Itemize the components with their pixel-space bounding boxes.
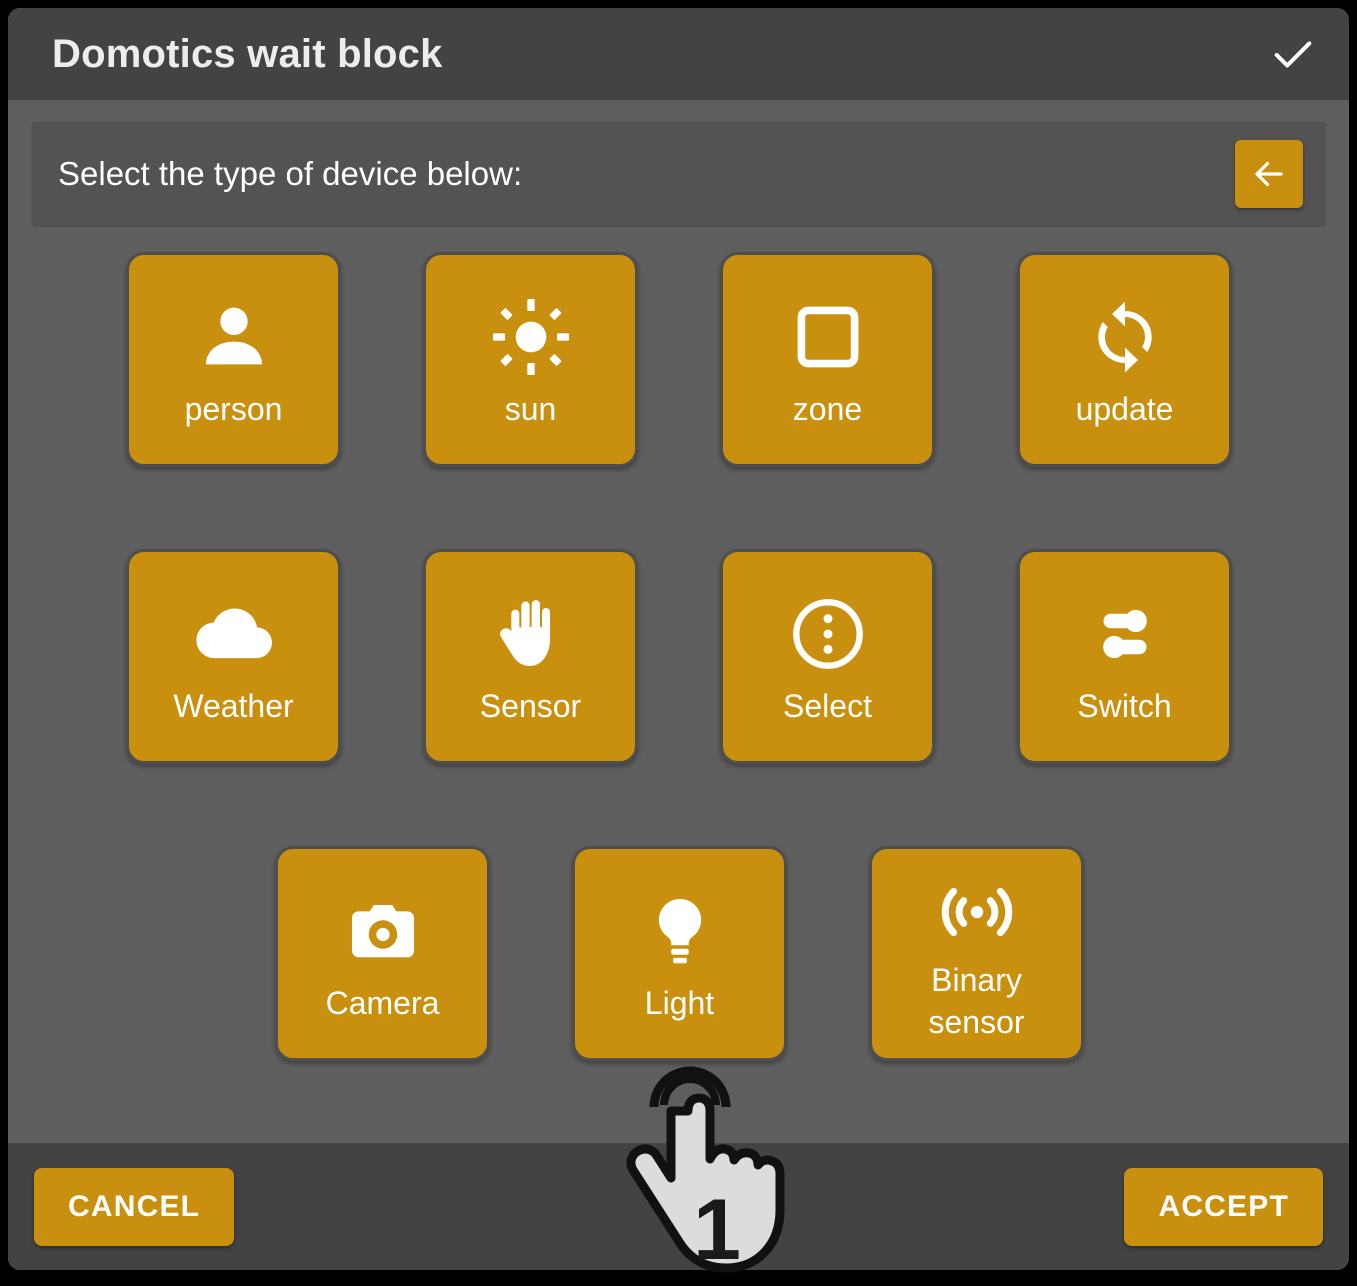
device-tile-light[interactable]: Light: [572, 846, 787, 1061]
arrow-left-icon: [1251, 156, 1287, 192]
device-tile-label: zone: [792, 390, 863, 427]
radio-waves-icon: [937, 864, 1017, 960]
device-tile-person[interactable]: person: [126, 252, 341, 467]
camera-icon: [345, 883, 421, 979]
dots-vertical-circle-icon: [788, 586, 868, 682]
device-row-1: person sun zone update: [8, 252, 1349, 467]
device-tile-label: person: [184, 390, 283, 427]
device-tile-label: Binary sensor: [928, 961, 1025, 1040]
device-type-grid: person sun zone update Weather Sensor Se…: [8, 225, 1349, 1143]
page-title: Domotics wait block: [52, 31, 443, 76]
device-row-3: Camera Light Binary sensor: [8, 846, 1349, 1061]
instruction-text: Select the type of device below:: [58, 154, 523, 192]
device-tile-label: Camera: [325, 984, 440, 1021]
device-tile-label: Weather: [173, 687, 294, 724]
device-tile-sun[interactable]: sun: [423, 252, 638, 467]
device-tile-update[interactable]: update: [1017, 252, 1232, 467]
device-tile-label: update: [1075, 390, 1174, 427]
device-tile-select[interactable]: Select: [720, 549, 935, 764]
cloud-icon: [192, 586, 276, 682]
footer-action-bar: CANCEL ACCEPT: [8, 1143, 1349, 1270]
back-button[interactable]: [1235, 139, 1303, 208]
device-tile-weather[interactable]: Weather: [126, 549, 341, 764]
device-tile-label: Light: [644, 984, 715, 1021]
device-tile-zone[interactable]: zone: [720, 252, 935, 467]
accept-button[interactable]: ACCEPT: [1124, 1168, 1323, 1246]
device-tile-label: Switch: [1077, 687, 1172, 724]
sun-icon: [491, 289, 571, 385]
device-tile-sensor[interactable]: Sensor: [423, 549, 638, 764]
cancel-button[interactable]: CANCEL: [34, 1168, 235, 1246]
device-tile-camera[interactable]: Camera: [275, 846, 490, 1061]
device-tile-label: sun: [504, 390, 557, 427]
device-tile-label: Select: [783, 687, 872, 724]
check-icon[interactable]: [1265, 26, 1321, 82]
device-tile-switch[interactable]: Switch: [1017, 549, 1232, 764]
toggle-switch-icon: [1087, 586, 1163, 682]
device-row-2: Weather Sensor Select Switch: [8, 549, 1349, 764]
instruction-area: Select the type of device below:: [8, 100, 1349, 225]
title-bar: Domotics wait block: [8, 8, 1349, 100]
instruction-panel: Select the type of device below:: [32, 122, 1325, 225]
hand-icon: [491, 586, 571, 682]
device-tile-binary-sensor[interactable]: Binary sensor: [869, 846, 1084, 1061]
person-icon: [194, 289, 274, 385]
device-tile-label: Sensor: [479, 687, 582, 724]
lightbulb-icon: [642, 883, 718, 979]
dialog-window: Domotics wait block Select the type of d…: [8, 8, 1349, 1270]
sync-icon: [1085, 289, 1165, 385]
square-outline-icon: [790, 289, 866, 385]
